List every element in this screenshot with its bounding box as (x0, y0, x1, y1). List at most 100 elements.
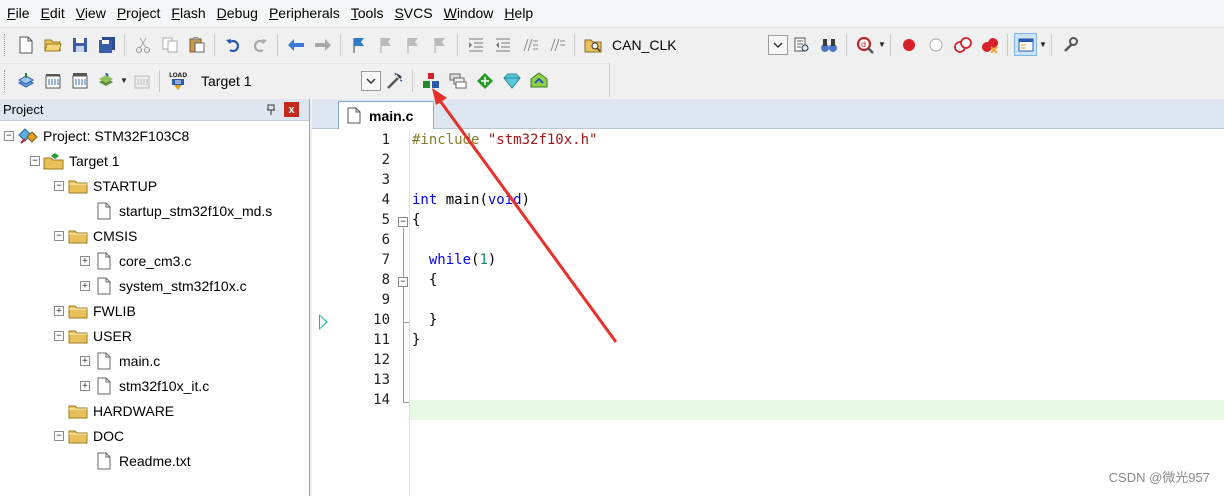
configure-button[interactable] (1058, 33, 1081, 56)
window-layout-button[interactable] (1014, 33, 1037, 56)
incremental-find-button[interactable] (790, 33, 813, 56)
menu-edit[interactable]: Edit (38, 0, 73, 26)
undo-button[interactable] (221, 33, 244, 56)
tree-item-folder[interactable]: − USER (54, 323, 132, 348)
next-bookmark-button[interactable] (401, 33, 424, 56)
manage-project-items-button[interactable] (446, 69, 469, 92)
code-line[interactable]: int main(void) (412, 192, 530, 208)
collapse-icon[interactable]: − (54, 180, 64, 191)
menu-flash[interactable]: Flash (168, 0, 213, 26)
code-text-area[interactable]: #include "stm32f10x.h" int main(void) { wh… (410, 130, 1224, 496)
paste-button[interactable] (185, 33, 208, 56)
collapse-icon[interactable]: − (54, 330, 64, 341)
new-file-button[interactable] (14, 33, 37, 56)
kill-all-breakpoints-button[interactable] (978, 33, 1001, 56)
collapse-icon[interactable]: − (54, 430, 64, 441)
fold-toggle-icon[interactable]: − (398, 277, 408, 287)
menu-file[interactable]: File (4, 0, 38, 26)
tree-item-file[interactable]: startup_stm32f10x_md.s (80, 198, 272, 223)
unindent-button[interactable] (491, 33, 514, 56)
insert-breakpoint-button[interactable] (897, 33, 920, 56)
find-in-files-button[interactable] (581, 33, 604, 56)
code-line[interactable]: } (412, 332, 420, 348)
target-select[interactable]: Target 1 (195, 69, 381, 93)
tree-item-file[interactable]: + system_stm32f10x.c (80, 273, 247, 298)
manage-run-time-environment-button[interactable] (473, 69, 496, 92)
previous-bookmark-button[interactable] (374, 33, 397, 56)
pack-installer-button[interactable] (527, 69, 550, 92)
batch-build-button[interactable] (95, 69, 118, 92)
save-button[interactable] (68, 33, 91, 56)
navigate-forward-button[interactable] (311, 33, 334, 56)
menu-view[interactable]: View (73, 0, 114, 26)
tree-item-folder[interactable]: − CMSIS (54, 223, 137, 248)
select-software-packs-button[interactable] (500, 69, 523, 92)
tree-item-file[interactable]: + main.c (80, 348, 160, 373)
indent-button[interactable] (464, 33, 487, 56)
collapse-icon[interactable]: − (4, 130, 14, 141)
tree-item-target[interactable]: − Target 1 (30, 148, 120, 173)
tree-item-folder[interactable]: − DOC (54, 423, 124, 448)
find-button[interactable] (817, 33, 840, 56)
open-file-button[interactable] (41, 33, 64, 56)
tree-item-folder[interactable]: + FWLIB (54, 298, 136, 323)
window-layout-dropdown[interactable]: ▼ (1039, 33, 1047, 56)
build-button[interactable] (41, 69, 64, 92)
tree-item-folder[interactable]: HARDWARE (54, 398, 174, 423)
navigate-back-button[interactable] (284, 33, 307, 56)
enable-breakpoint-button[interactable] (924, 33, 947, 56)
toolbar-grip[interactable] (4, 33, 8, 56)
expand-icon[interactable]: + (80, 380, 90, 391)
close-icon[interactable]: x (284, 102, 299, 117)
menu-peripherals[interactable]: Peripherals (266, 0, 348, 26)
expand-icon[interactable]: + (80, 255, 90, 266)
target-select-dropdown[interactable] (361, 70, 381, 91)
comment-selection-button[interactable] (518, 33, 541, 56)
find-combo[interactable]: CAN_CLK (606, 33, 788, 57)
menu-window[interactable]: Window (441, 0, 502, 26)
batch-build-dropdown[interactable]: ▼ (120, 69, 128, 92)
options-for-target-button[interactable] (383, 69, 406, 92)
fold-toggle-icon[interactable]: − (398, 217, 408, 227)
menu-svcs[interactable]: SVCS (391, 0, 440, 26)
collapse-icon[interactable]: − (30, 155, 40, 166)
expand-icon[interactable]: + (54, 305, 64, 316)
find-combo-dropdown[interactable] (768, 34, 788, 55)
code-line[interactable]: { (412, 212, 420, 228)
tree-item-project[interactable]: − Project: STM32F103C8 (4, 123, 189, 148)
translate-button[interactable] (14, 69, 37, 92)
clear-bookmarks-button[interactable] (428, 33, 451, 56)
tree-item-folder[interactable]: − STARTUP (54, 173, 157, 198)
redo-button[interactable] (248, 33, 271, 56)
uncomment-selection-button[interactable] (545, 33, 568, 56)
download-button[interactable]: LOAD (166, 69, 189, 92)
tab-main-c[interactable]: main.c (338, 101, 434, 129)
code-line[interactable]: } (412, 312, 437, 328)
code-line[interactable]: while(1) (412, 252, 496, 268)
toolbar-grip[interactable] (4, 69, 8, 92)
rebuild-button[interactable] (68, 69, 91, 92)
tree-item-file[interactable]: + core_cm3.c (80, 248, 191, 273)
load-download-icon: LOAD (169, 72, 187, 90)
expand-icon[interactable]: + (80, 355, 90, 366)
menu-help[interactable]: Help (501, 0, 541, 26)
menu-debug[interactable]: Debug (214, 0, 266, 26)
debug-session-dropdown[interactable]: ▼ (878, 33, 886, 56)
tree-item-file[interactable]: Readme.txt (80, 448, 191, 473)
menu-tools[interactable]: Tools (348, 0, 392, 26)
stop-build-button[interactable] (130, 69, 153, 92)
expand-icon[interactable]: + (80, 280, 90, 291)
insert-bookmark-button[interactable] (347, 33, 370, 56)
collapse-icon[interactable]: − (54, 230, 64, 241)
save-all-button[interactable] (95, 33, 118, 56)
cut-button[interactable] (131, 33, 154, 56)
select-packs-button[interactable] (419, 69, 442, 92)
menu-project[interactable]: Project (114, 0, 169, 26)
code-line[interactable]: { (412, 272, 437, 288)
pin-icon[interactable] (264, 103, 278, 117)
tree-item-file[interactable]: + stm32f10x_it.c (80, 373, 209, 398)
copy-button[interactable] (158, 33, 181, 56)
code-line[interactable]: #include "stm32f10x.h" (412, 132, 597, 148)
disable-all-breakpoints-button[interactable] (951, 33, 974, 56)
debug-session-button[interactable]: d (853, 33, 876, 56)
